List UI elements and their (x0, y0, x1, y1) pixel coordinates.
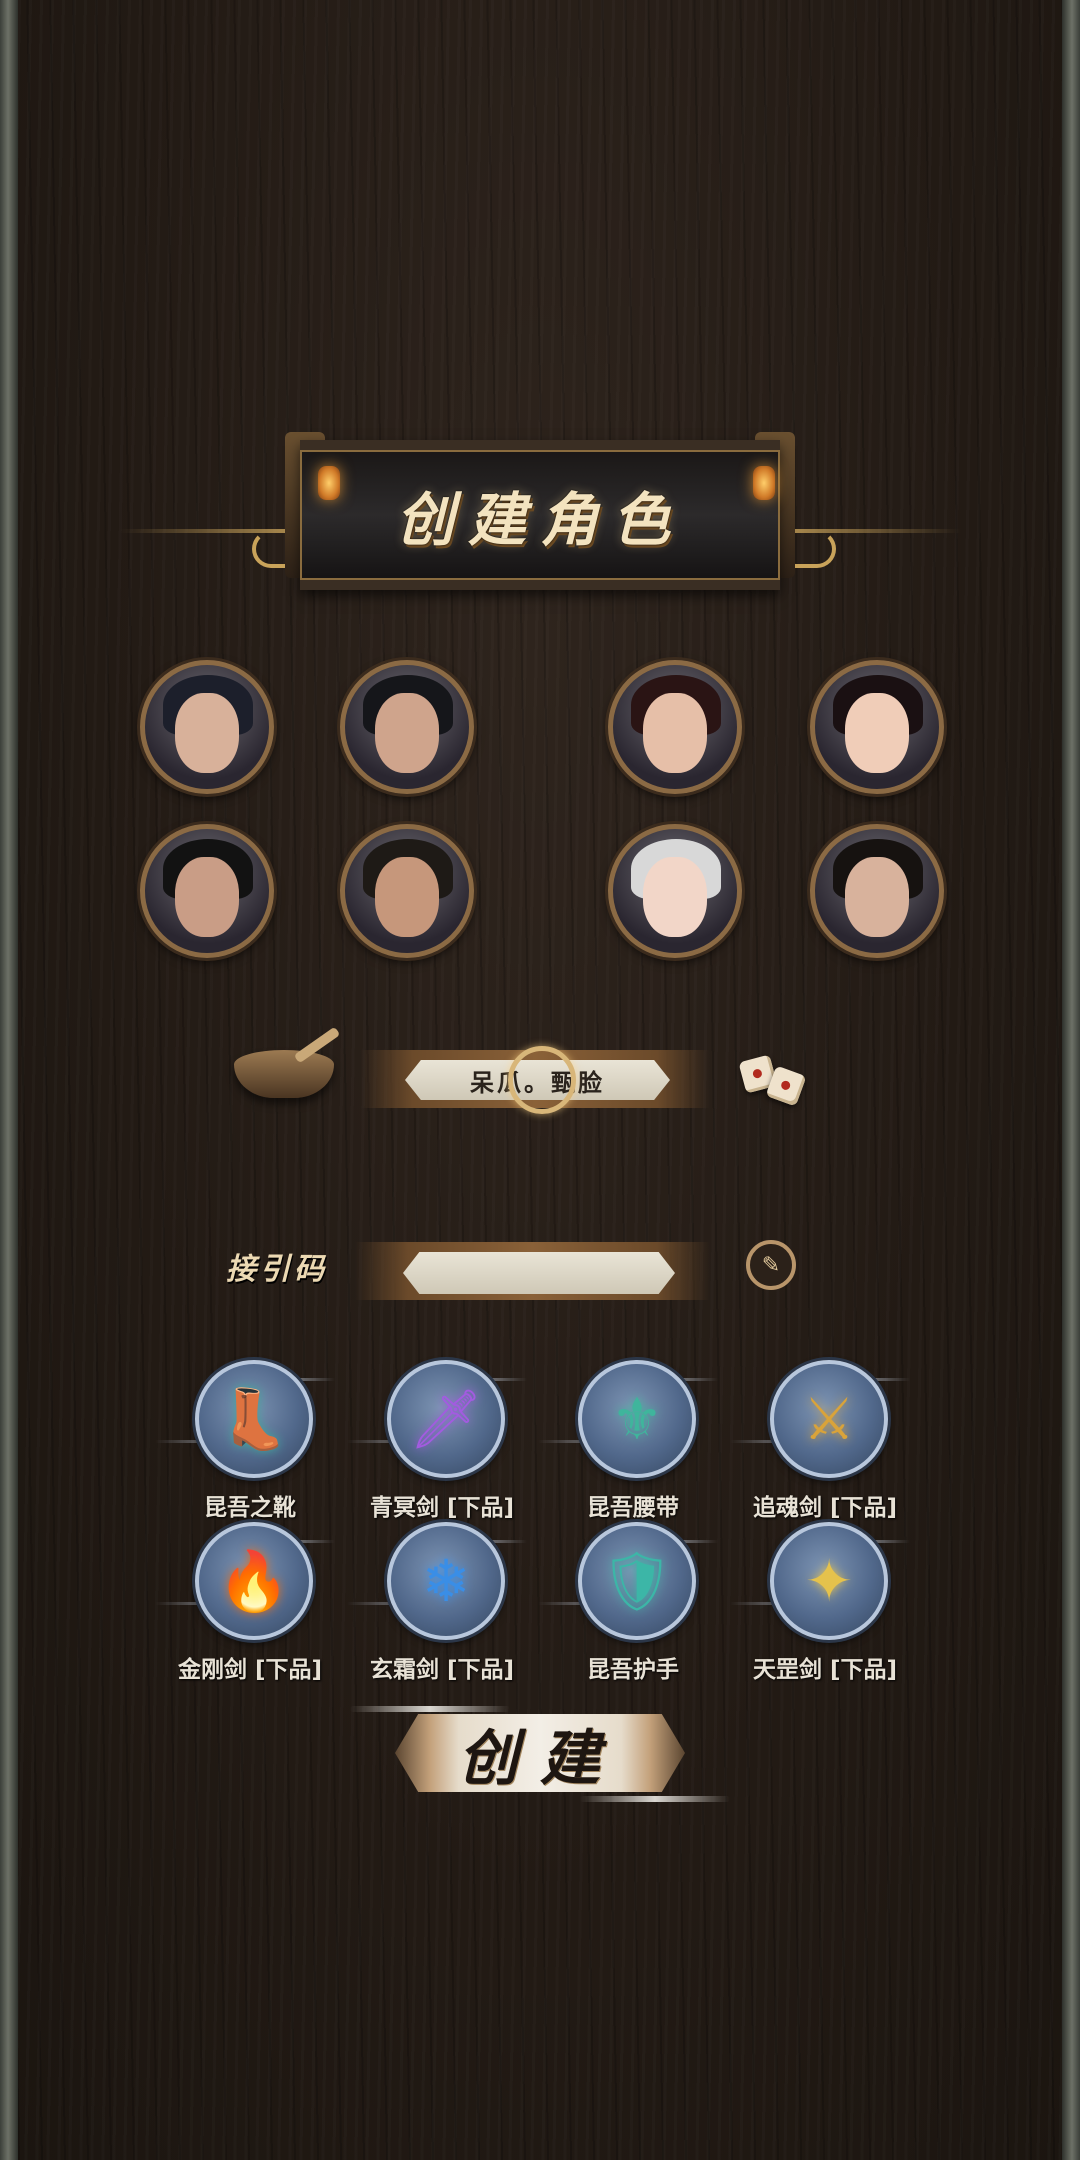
lantern-icon (318, 466, 340, 500)
frost-sword-icon: ❄ (421, 1547, 471, 1615)
invite-code-label: 接引码 (226, 1252, 328, 1287)
item-name: 天罡剑 [下品] (752, 1657, 898, 1683)
avatar-face (375, 857, 439, 937)
item-disc: 🗡 (387, 1360, 505, 1478)
title-banner: 创建角色 (300, 440, 780, 590)
avatar-face (643, 693, 707, 773)
item-disc: ✦ (770, 1522, 888, 1640)
item-name: 青冥剑 [下品] (369, 1495, 515, 1521)
touch-indicator (508, 1046, 576, 1114)
lantern-icon (753, 466, 775, 500)
avatar-female-1[interactable] (608, 660, 742, 794)
avatar-female-3[interactable] (608, 824, 742, 958)
avatar-face (175, 857, 239, 937)
right-frame (1062, 0, 1080, 2160)
avatar-face (375, 693, 439, 773)
avatar-male-3[interactable] (140, 824, 274, 958)
avatar-female-2[interactable] (810, 660, 944, 794)
item-slot[interactable]: 🛡 昆吾护手 (538, 1522, 718, 1692)
belt-icon: ⚜ (611, 1385, 663, 1453)
item-slot[interactable]: 👢 昆吾之靴 (155, 1360, 335, 1530)
page-title: 创建角色 (395, 486, 684, 554)
avatar-female-4[interactable] (810, 824, 944, 958)
item-disc: ⚜ (578, 1360, 696, 1478)
invite-code-input[interactable] (403, 1252, 675, 1294)
item-disc: 🔥 (195, 1522, 313, 1640)
gauntlet-icon: 🛡 (600, 1547, 674, 1615)
item-name: 昆吾护手 (587, 1657, 679, 1683)
create-button-wrap: 创建 (350, 1700, 730, 1810)
golden-blade-icon: ✦ (804, 1547, 854, 1615)
item-name: 玄霜剑 [下品] (369, 1657, 515, 1683)
edit-icon[interactable]: ✎ (746, 1240, 796, 1290)
avatar-male-4[interactable] (340, 824, 474, 958)
create-button[interactable]: 创建 (395, 1714, 685, 1792)
item-disc: 👢 (195, 1360, 313, 1478)
item-disc: ❄ (387, 1522, 505, 1640)
avatar-face (845, 857, 909, 937)
item-name: 追魂剑 [下品] (752, 1495, 898, 1521)
avatar-face (643, 857, 707, 937)
item-slot[interactable]: ✦ 天罡剑 [下品] (730, 1522, 910, 1692)
item-slot[interactable]: ⚜ 昆吾腰带 (538, 1360, 718, 1530)
purple-sword-icon: 🗡 (409, 1385, 483, 1453)
item-slot[interactable]: ❄ 玄霜剑 [下品] (347, 1522, 527, 1692)
avatar-male-1[interactable] (140, 660, 274, 794)
item-disc: ⚔ (770, 1360, 888, 1478)
flame-sword-icon: 🔥 (217, 1547, 291, 1615)
item-disc: 🛡 (578, 1522, 696, 1640)
item-name: 昆吾之靴 (204, 1495, 296, 1521)
cloud-streak (580, 1796, 730, 1802)
cloud-streak (350, 1706, 510, 1712)
item-slot[interactable]: 🗡 青冥剑 [下品] (347, 1360, 527, 1530)
gold-sword-icon: ⚔ (803, 1385, 855, 1453)
avatar-male-2[interactable] (340, 660, 474, 794)
item-slot[interactable]: 🔥 金刚剑 [下品] (155, 1522, 335, 1692)
left-frame (0, 0, 18, 2160)
item-name: 金刚剑 [下品] (177, 1657, 323, 1683)
boots-icon: 👢 (217, 1385, 291, 1453)
item-name: 昆吾腰带 (587, 1495, 679, 1521)
avatar-face (175, 693, 239, 773)
item-slot[interactable]: ⚔ 追魂剑 [下品] (730, 1360, 910, 1530)
avatar-face (845, 693, 909, 773)
